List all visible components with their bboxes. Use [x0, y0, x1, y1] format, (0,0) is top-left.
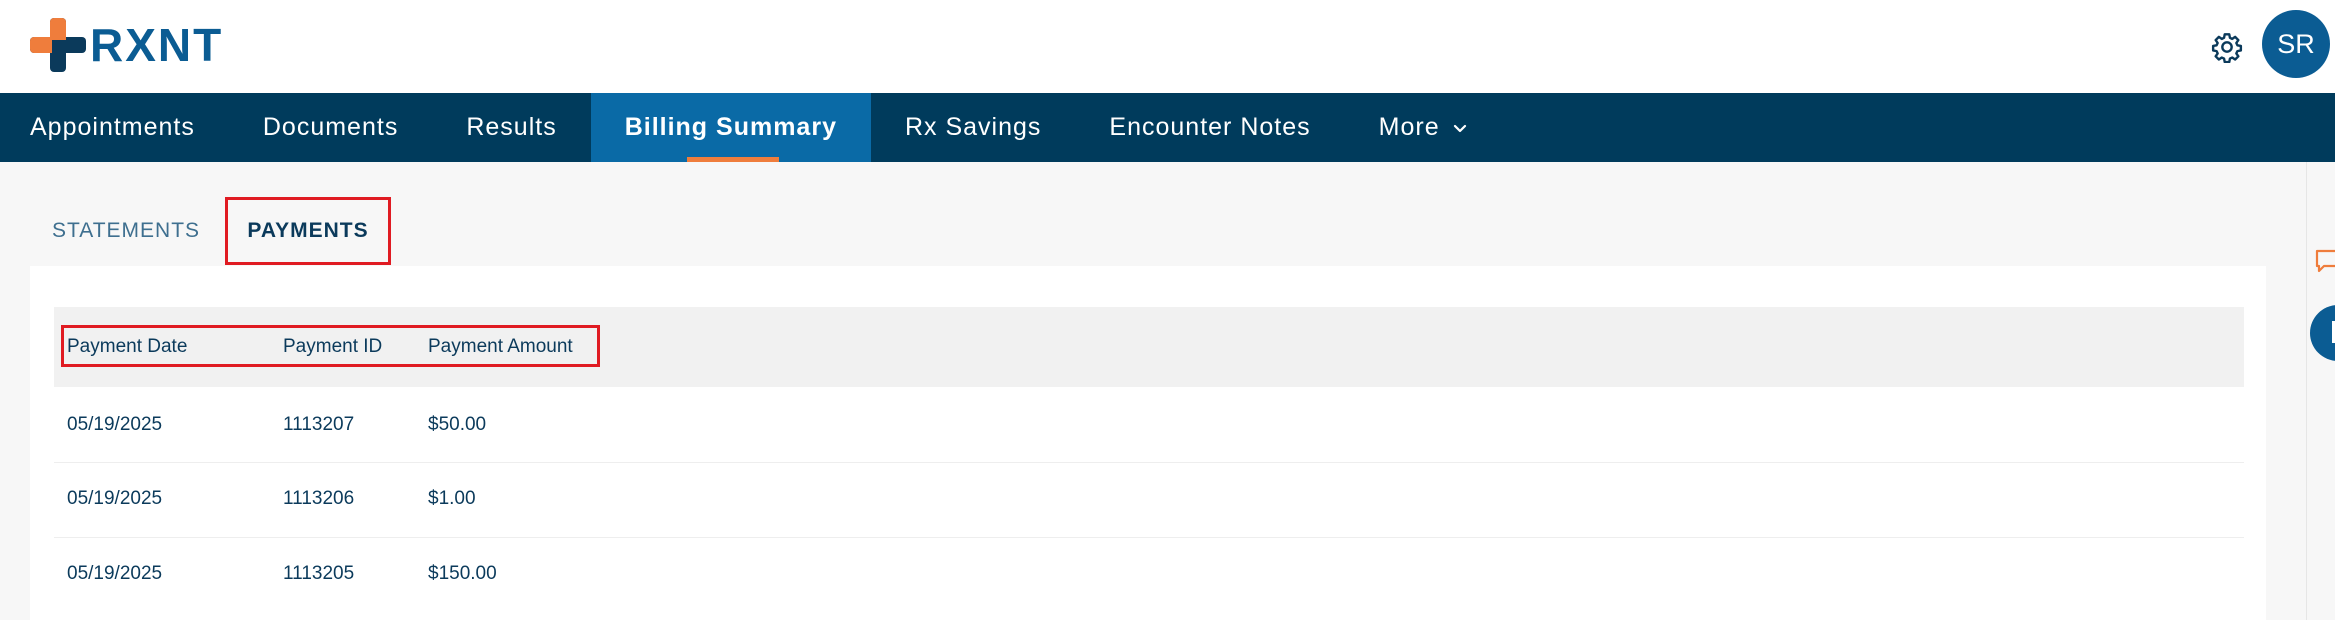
- top-header: RXNT SR: [0, 0, 2335, 93]
- row-3-payment-id: 1113205: [283, 563, 355, 584]
- nav-item-documents[interactable]: Documents: [229, 93, 432, 162]
- row-divider: [54, 462, 2244, 463]
- nav-item-rx-savings[interactable]: Rx Savings: [871, 93, 1075, 162]
- nav-item-billing-summary[interactable]: Billing Summary: [590, 93, 871, 162]
- nav-item-results[interactable]: Results: [432, 93, 590, 162]
- payments-card: Payment Date Payment ID Payment Amount 0…: [30, 266, 2266, 620]
- tab-statements[interactable]: STATEMENTS: [52, 197, 200, 265]
- logo-text: RXNT: [90, 19, 224, 71]
- row-3-payment-date: 05/19/2025: [67, 563, 163, 584]
- rxnt-logo[interactable]: RXNT: [30, 18, 223, 72]
- chat-icon[interactable]: [2315, 248, 2335, 276]
- row-divider: [54, 537, 2244, 538]
- tab-payments[interactable]: PAYMENTS: [225, 197, 391, 265]
- nav-more-label: More: [1378, 113, 1440, 141]
- help-bubble-button[interactable]: [2310, 305, 2335, 361]
- gear-icon[interactable]: [2211, 31, 2243, 63]
- row-1-payment-id: 1113207: [283, 414, 355, 435]
- row-2-payment-date: 05/19/2025: [67, 488, 163, 509]
- row-3-payment-amount: $150.00: [428, 563, 497, 584]
- nav-item-more[interactable]: More: [1345, 93, 1502, 162]
- column-header-payment-id[interactable]: Payment ID: [283, 336, 382, 358]
- row-1-payment-amount: $50.00: [428, 414, 487, 435]
- row-2-payment-id: 1113206: [283, 488, 355, 509]
- main-nav: Appointments Documents Results Billing S…: [0, 93, 2335, 162]
- scroll-area-divider: [2306, 162, 2307, 620]
- nav-item-encounter-notes[interactable]: Encounter Notes: [1075, 93, 1344, 162]
- user-avatar[interactable]: SR: [2262, 10, 2330, 78]
- row-2-payment-amount: $1.00: [428, 488, 476, 509]
- column-header-payment-date[interactable]: Payment Date: [67, 336, 187, 358]
- column-header-payment-amount[interactable]: Payment Amount: [428, 336, 573, 358]
- chevron-down-icon: [1453, 124, 1466, 132]
- logo-mark-icon: [30, 18, 86, 72]
- nav-item-appointments[interactable]: Appointments: [0, 93, 229, 162]
- row-1-payment-date: 05/19/2025: [67, 414, 163, 435]
